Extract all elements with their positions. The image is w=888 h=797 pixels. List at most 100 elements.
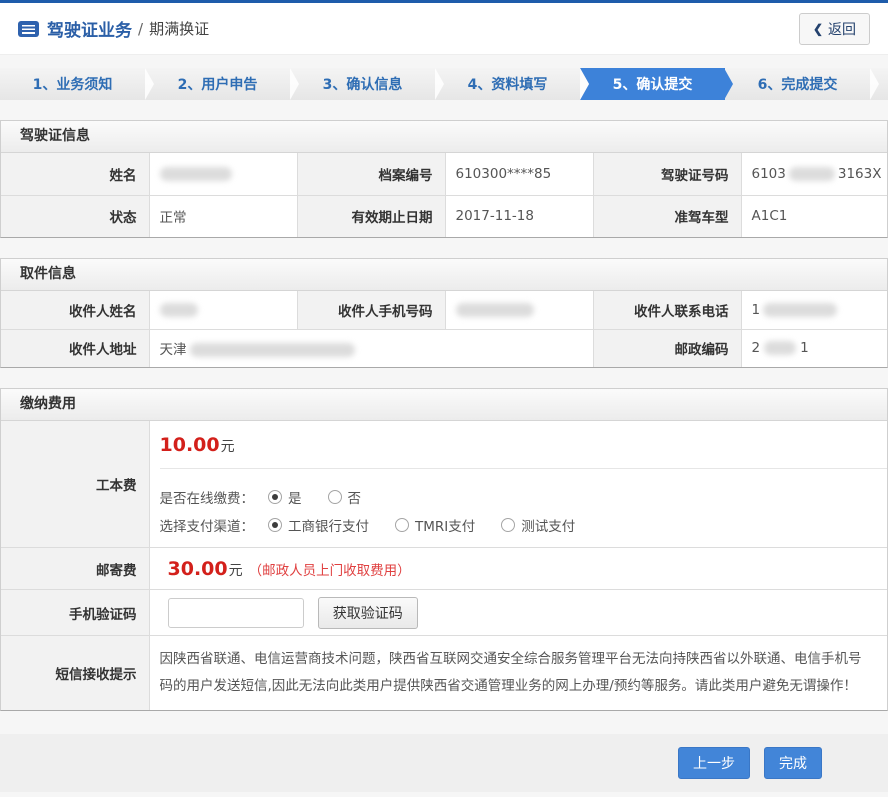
- form-list-icon: [18, 21, 39, 37]
- sms-code-input[interactable]: [168, 598, 304, 628]
- redacted-license-no: [789, 167, 835, 181]
- online-pay-yes-label[interactable]: 是: [288, 487, 302, 507]
- table-row: 状态 正常 有效期止日期 2017-11-18 准驾车型 A1C1: [1, 195, 887, 237]
- payment-section: 缴纳费用 工本费 10.00元 是否在线缴费： 是 否 选择: [0, 388, 888, 711]
- license-no-prefix: 6103: [752, 166, 786, 182]
- back-button[interactable]: ❮ 返回: [799, 13, 870, 45]
- page-header: 驾驶证业务 / 期满换证 ❮ 返回: [0, 3, 888, 55]
- license-info-section: 驾驶证信息 姓名 档案编号 610300****85 驾驶证号码 6103 316…: [0, 120, 888, 238]
- redacted-name: [160, 167, 232, 181]
- status-value: 正常: [149, 195, 297, 237]
- table-row: 工本费 10.00元 是否在线缴费： 是 否 选择支付渠道：: [1, 421, 887, 548]
- table-row: 手机验证码 获取验证码: [1, 590, 887, 636]
- address-label: 收件人地址: [1, 329, 149, 367]
- radio-channel-icbc[interactable]: [268, 518, 282, 532]
- pickup-info-title: 取件信息: [1, 259, 887, 291]
- radio-online-pay-yes[interactable]: [268, 490, 282, 504]
- postal-code-label: 邮政编码: [593, 329, 741, 367]
- pickup-info-section: 取件信息 收件人姓名 收件人手机号码 收件人联系电话 1 收件人地址 天津 邮政…: [0, 258, 888, 368]
- channel-icbc-label[interactable]: 工商银行支付: [288, 515, 369, 535]
- wizard-step-bar: 1、业务须知 2、用户申告 3、确认信息 4、资料填写 5、确认提交 6、完成提…: [0, 68, 888, 100]
- online-pay-row: 是否在线缴费： 是 否: [160, 487, 888, 507]
- recipient-name-label: 收件人姓名: [1, 291, 149, 329]
- table-row: 姓名 档案编号 610300****85 驾驶证号码 6103 3163X: [1, 153, 887, 195]
- radio-channel-test[interactable]: [501, 518, 515, 532]
- production-fee-label: 工本费: [1, 421, 149, 548]
- license-no-suffix: 3163X: [838, 166, 882, 182]
- tel-prefix: 1: [752, 302, 761, 318]
- table-row: 短信接收提示 因陕西省联通、电信运营商技术问题，陕西省互联网交通安全综合服务管理…: [1, 636, 887, 711]
- mail-fee-cell: 30.00元 （邮政人员上门收取费用）: [149, 548, 887, 590]
- redacted-mobile: [456, 303, 534, 317]
- pay-options: 是否在线缴费： 是 否 选择支付渠道： 工商银行支付 TMRI支付 测试支付: [160, 468, 888, 547]
- online-pay-no-label[interactable]: 否: [348, 487, 362, 507]
- step-6-finish-submit: 6、完成提交: [725, 68, 870, 100]
- postal-suffix: 1: [800, 340, 809, 356]
- step-2-user-declaration: 2、用户申告: [145, 68, 290, 100]
- sms-notice-label: 短信接收提示: [1, 636, 149, 711]
- table-row: 邮寄费 30.00元 （邮政人员上门收取费用）: [1, 548, 887, 590]
- pay-channel-label: 选择支付渠道：: [160, 515, 255, 535]
- step-4-fill-data: 4、资料填写: [435, 68, 580, 100]
- chevron-left-icon: ❮: [813, 22, 823, 36]
- step-5-confirm-submit: 5、确认提交: [580, 68, 725, 100]
- table-row: 收件人姓名 收件人手机号码 收件人联系电话 1: [1, 291, 887, 329]
- finish-button[interactable]: 完成: [764, 747, 822, 779]
- redacted-address: [190, 343, 355, 357]
- file-no-value: 610300****85: [445, 153, 593, 195]
- channel-tmri-label[interactable]: TMRI支付: [415, 515, 475, 535]
- file-no-label: 档案编号: [297, 153, 445, 195]
- redacted-tel: [763, 303, 837, 317]
- vehicle-type-value: A1C1: [741, 195, 887, 237]
- recipient-tel-value: 1: [741, 291, 887, 329]
- previous-step-button[interactable]: 上一步: [678, 747, 750, 779]
- get-code-button[interactable]: 获取验证码: [318, 597, 418, 629]
- license-no-label: 驾驶证号码: [593, 153, 741, 195]
- sms-code-label: 手机验证码: [1, 590, 149, 636]
- action-footer: 上一步 完成: [0, 734, 888, 792]
- license-no-value: 6103 3163X: [741, 153, 887, 195]
- fee-amount-number: 10.00: [160, 434, 220, 456]
- radio-channel-tmri[interactable]: [395, 518, 409, 532]
- license-info-table: 姓名 档案编号 610300****85 驾驶证号码 6103 3163X 状态 …: [1, 153, 887, 237]
- mail-fee-amount-number: 30.00: [168, 558, 228, 580]
- address-value: 天津: [149, 329, 593, 367]
- name-label: 姓名: [1, 153, 149, 195]
- pay-channel-row: 选择支付渠道： 工商银行支付 TMRI支付 测试支付: [160, 515, 888, 535]
- recipient-mobile-value: [445, 291, 593, 329]
- expiry-label: 有效期止日期: [297, 195, 445, 237]
- postal-code-value: 21: [741, 329, 887, 367]
- postal-prefix: 2: [752, 340, 761, 356]
- fee-amount-unit: 元: [221, 439, 235, 455]
- address-prefix: 天津: [160, 342, 187, 358]
- expiry-value: 2017-11-18: [445, 195, 593, 237]
- mail-fee-note: （邮政人员上门收取费用）: [249, 563, 411, 579]
- breadcrumb-subtitle: 期满换证: [149, 18, 209, 39]
- recipient-mobile-label: 收件人手机号码: [297, 291, 445, 329]
- sms-notice-text: 因陕西省联通、电信运营商技术问题，陕西省互联网交通安全综合服务管理平台无法向持陕…: [149, 636, 887, 711]
- payment-table: 工本费 10.00元 是否在线缴费： 是 否 选择支付渠道：: [1, 421, 887, 710]
- recipient-tel-label: 收件人联系电话: [593, 291, 741, 329]
- mail-fee-amount-unit: 元: [229, 563, 243, 579]
- vehicle-type-label: 准驾车型: [593, 195, 741, 237]
- recipient-name-value: [149, 291, 297, 329]
- license-info-title: 驾驶证信息: [1, 121, 887, 153]
- production-fee-amount: 10.00元: [160, 421, 888, 468]
- status-label: 状态: [1, 195, 149, 237]
- radio-online-pay-no[interactable]: [328, 490, 342, 504]
- breadcrumb-separator: /: [138, 20, 143, 38]
- back-button-label: 返回: [828, 19, 856, 39]
- table-row: 收件人地址 天津 邮政编码 21: [1, 329, 887, 367]
- channel-test-label[interactable]: 测试支付: [521, 515, 575, 535]
- sms-code-cell: 获取验证码: [149, 590, 887, 636]
- payment-title: 缴纳费用: [1, 389, 887, 421]
- step-3-confirm-info: 3、确认信息: [290, 68, 435, 100]
- redacted-recipient-name: [160, 303, 198, 317]
- name-value: [149, 153, 297, 195]
- pickup-info-table: 收件人姓名 收件人手机号码 收件人联系电话 1 收件人地址 天津 邮政编码 21: [1, 291, 887, 367]
- step-1-business-notice: 1、业务须知: [0, 68, 145, 100]
- mail-fee-label: 邮寄费: [1, 548, 149, 590]
- production-fee-cell: 10.00元 是否在线缴费： 是 否 选择支付渠道： 工商银行支付: [149, 421, 887, 548]
- redacted-postal: [764, 341, 796, 355]
- page-title: 驾驶证业务: [47, 16, 132, 41]
